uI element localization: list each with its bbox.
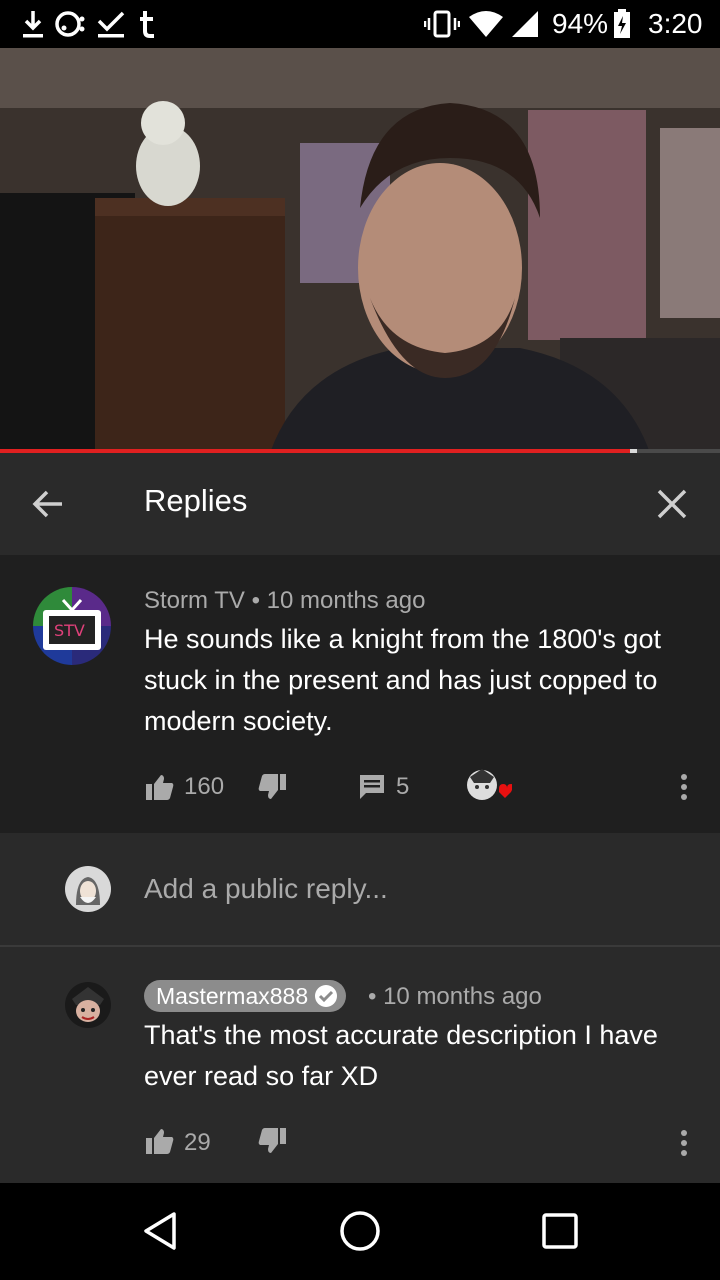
reply-input-area: Add a public reply...	[0, 833, 720, 945]
comment-meta: Storm TV • 10 months ago	[144, 587, 425, 615]
back-triangle-icon[interactable]	[136, 1207, 184, 1255]
clock: 3:20	[648, 8, 703, 39]
back-arrow-icon[interactable]	[22, 478, 74, 530]
blocked-face-icon	[54, 8, 88, 40]
tumblr-icon	[136, 8, 158, 40]
vibrate-icon	[424, 8, 460, 40]
reply-author-avatar[interactable]	[64, 981, 112, 1029]
reply-meta: • 10 months ago	[368, 983, 542, 1011]
like-count: 29	[184, 1129, 211, 1156]
reply-author: Mastermax888	[156, 982, 309, 1009]
meta-separator: •	[251, 587, 260, 614]
reply-text: That's the most accurate description I h…	[144, 1020, 658, 1091]
reply-count: 5	[396, 773, 410, 800]
like-count: 160	[184, 773, 225, 800]
user-avatar	[64, 865, 112, 913]
video-frame	[0, 48, 720, 453]
verified-icon	[315, 985, 338, 1007]
like-icon[interactable]	[144, 771, 176, 803]
video-player[interactable]	[0, 48, 720, 453]
like-icon[interactable]	[144, 1125, 176, 1157]
checkmark-icon	[96, 8, 126, 40]
home-circle-icon[interactable]	[336, 1207, 384, 1255]
comment-author[interactable]: Storm TV	[144, 587, 245, 614]
status-bar: 94% 3:20	[0, 0, 720, 48]
avatar-logo-text: STV	[54, 621, 85, 640]
replies-header: Replies	[0, 453, 720, 555]
page-title: Replies	[144, 483, 248, 518]
navigation-bar	[0, 1183, 720, 1280]
wifi-icon	[468, 8, 504, 40]
main-comment: STV Storm TV • 10 months ago He sounds l…	[0, 555, 720, 833]
reply-count-icon[interactable]	[356, 771, 388, 803]
reply-time: 10 months ago	[383, 983, 542, 1010]
meta-separator: •	[368, 983, 377, 1010]
battery-percent: 94%	[552, 8, 609, 39]
download-icon	[20, 8, 46, 40]
reply-comment: Mastermax888 • 10 months ago That's the …	[0, 947, 720, 1183]
recents-square-icon[interactable]	[536, 1207, 584, 1255]
dislike-icon[interactable]	[256, 771, 288, 803]
reply-input[interactable]: Add a public reply...	[144, 873, 388, 905]
creator-heart-icon	[464, 767, 512, 807]
avatar[interactable]: STV	[32, 586, 112, 666]
comment-text: He sounds like a knight from the 1800's …	[144, 624, 661, 736]
battery-charging-icon	[612, 8, 632, 40]
comment-time: 10 months ago	[266, 587, 426, 614]
author-chip[interactable]: Mastermax888	[144, 980, 347, 1012]
more-options-icon[interactable]	[666, 767, 702, 807]
cell-signal-icon	[510, 8, 540, 40]
close-icon[interactable]	[646, 478, 698, 530]
more-options-icon[interactable]	[666, 1123, 702, 1163]
dislike-icon[interactable]	[256, 1125, 288, 1157]
